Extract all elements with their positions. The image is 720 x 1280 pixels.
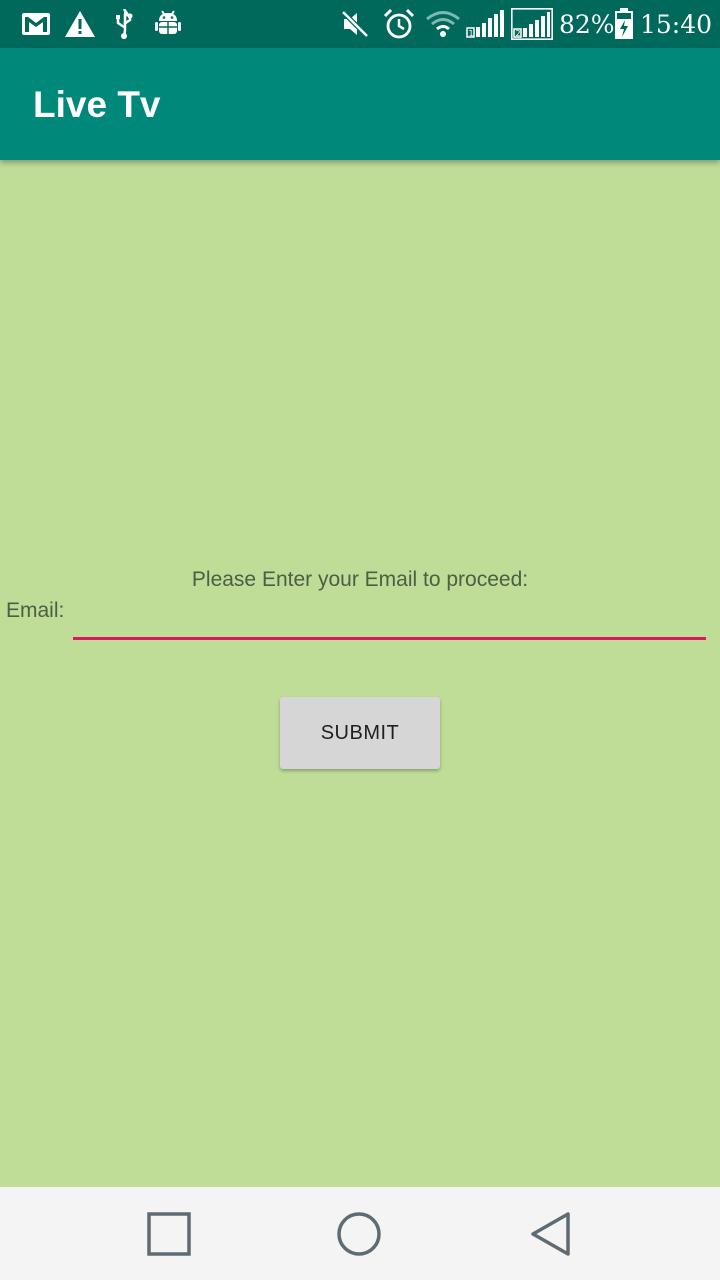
email-input[interactable] — [73, 600, 706, 640]
navigation-bar — [0, 1187, 720, 1280]
email-label: Email: — [6, 599, 65, 622]
app-bar: Live Tv — [0, 48, 720, 160]
recents-icon[interactable] — [144, 1209, 194, 1259]
svg-text:2: 2 — [516, 29, 521, 38]
svg-text:1: 1 — [469, 29, 474, 38]
submit-button[interactable]: SUBMIT — [280, 697, 440, 769]
battery-charging-icon — [614, 8, 634, 40]
mute-icon — [340, 8, 370, 40]
alarm-icon — [383, 8, 415, 40]
usb-icon — [114, 8, 134, 40]
back-icon[interactable] — [525, 1209, 575, 1259]
warning-icon — [64, 8, 96, 40]
email-form: Please Enter your Email to proceed: Emai… — [0, 160, 720, 1187]
clock-time: 15:40 — [640, 10, 713, 39]
gmail-icon — [22, 8, 50, 40]
android-debug-icon — [154, 8, 182, 40]
app-title: Live Tv — [33, 84, 161, 125]
signal-sim2-icon: 2 — [511, 8, 553, 40]
wifi-icon — [426, 8, 460, 40]
home-icon[interactable] — [334, 1209, 384, 1259]
signal-sim1-icon: 1 — [466, 8, 506, 40]
battery-percent: 82% — [559, 10, 615, 39]
email-prompt: Please Enter your Email to proceed: — [191, 568, 529, 591]
status-bar: 1 2 82% 15:40 — [0, 0, 720, 48]
